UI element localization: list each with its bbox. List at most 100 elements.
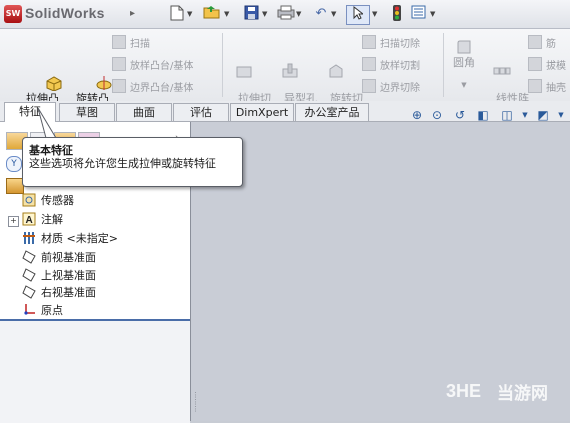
boundary-cut-button[interactable]: 边界切除 (362, 79, 420, 95)
loft-button[interactable]: 放样凸台/基体 (112, 57, 193, 73)
command-manager: 拉伸凸 台/基体 旋转凸 台/基体 扫描 放样凸台/基体 边界凸台/基体 拉伸切… (0, 29, 570, 141)
fillet-label: 圆角 (453, 56, 475, 69)
panel-lower-area (0, 319, 190, 423)
view-orientation-dropdown-icon[interactable]: ▼ (518, 108, 532, 122)
expand-icon[interactable]: + (8, 216, 19, 227)
rib-icon (528, 35, 542, 49)
save-dropdown-icon[interactable]: ▼ (262, 5, 267, 23)
boundary-cut-icon (362, 79, 376, 93)
menu-arrow-icon[interactable]: ▸ (130, 8, 135, 19)
watermark-text: 当游网 (497, 384, 548, 404)
options-icon[interactable] (407, 5, 429, 23)
sweep-icon (112, 35, 126, 49)
print-icon[interactable] (275, 5, 297, 23)
boundary-boss-icon (112, 79, 126, 93)
tree-item-label: 前视基准面 (41, 251, 96, 264)
boundary-cut-label: 边界切除 (380, 83, 420, 94)
solidworks-logo[interactable]: SW SolidWorks ▸ (4, 4, 146, 24)
material-icon (22, 231, 36, 245)
revolve-boss-icon (74, 63, 112, 90)
tree-item-sensors[interactable]: 传感器 (22, 193, 74, 209)
splitter-grip[interactable]: ⋮ ⋮ ⋮ (192, 392, 199, 414)
title-bar: SW SolidWorks ▸ ▼ ▼ ▼ ▼ ↶ ▼ ▼ ▼ (0, 0, 570, 29)
view-orientation-icon[interactable]: ◫ (500, 108, 514, 122)
plane-icon (22, 268, 36, 282)
shell-button[interactable]: 抽壳 (528, 79, 566, 95)
svg-text:A: A (26, 215, 33, 226)
zoom-to-area-icon[interactable]: ⊙ (430, 108, 444, 122)
shell-label: 抽壳 (546, 83, 566, 94)
display-style-dropdown-icon[interactable]: ▼ (554, 108, 568, 122)
draft-icon (528, 57, 542, 71)
extrude-boss-icon (24, 63, 62, 92)
watermark: 3HE 当游网 (446, 378, 566, 404)
tree-item-front-plane[interactable]: 前视基准面 (22, 250, 96, 266)
sweep-label: 扫描 (130, 39, 150, 50)
boundary-boss-label: 边界凸台/基体 (130, 83, 194, 94)
tab-office-products[interactable]: 办公室产品 (295, 103, 369, 121)
options-dropdown-icon[interactable]: ▼ (430, 5, 435, 23)
graphics-area[interactable] (191, 122, 570, 421)
tree-item-annotations[interactable]: A 注解 (22, 212, 63, 228)
tree-item-label: 右视基准面 (41, 286, 96, 299)
tree-item-top-plane[interactable]: 上视基准面 (22, 268, 96, 284)
tooltip-pointer (37, 108, 57, 139)
annotation-icon: A (22, 212, 36, 226)
tree-item-label: 上视基准面 (41, 269, 96, 282)
solidworks-logo-icon: SW (4, 5, 22, 23)
tab-sketch[interactable]: 草图 (59, 103, 115, 121)
new-icon[interactable] (166, 5, 188, 23)
fillet-dropdown-icon[interactable]: ▼ (446, 79, 482, 91)
previous-view-icon[interactable]: ↺ (453, 108, 467, 122)
undo-icon[interactable]: ↶ (310, 5, 332, 23)
rib-label: 筋 (546, 39, 556, 50)
origin-icon (22, 303, 36, 317)
tree-item-origin[interactable]: 原点 (22, 303, 63, 319)
swept-cut-icon (362, 35, 376, 49)
tooltip-body: 这些选项将允许您生成拉伸或旋转特征 (29, 157, 216, 170)
tree-item-right-plane[interactable]: 右视基准面 (22, 285, 96, 301)
plane-icon (22, 285, 36, 299)
lofted-cut-button[interactable]: 放样切割 (362, 57, 420, 73)
zoom-to-fit-icon[interactable]: ⊕ (410, 108, 424, 122)
rib-button[interactable]: 筋 (528, 35, 556, 51)
svg-text:3HE: 3HE (446, 381, 481, 401)
lofted-cut-label: 放样切割 (380, 61, 420, 72)
tree-item-material[interactable]: 材质 <未指定> (22, 231, 118, 247)
draft-button[interactable]: 拔模 (528, 57, 566, 73)
open-icon[interactable] (201, 5, 223, 23)
save-icon[interactable] (240, 5, 262, 23)
select-dropdown-icon[interactable]: ▼ (372, 5, 377, 23)
tooltip: 基本特征 这些选项将允许您生成拉伸或旋转特征 (22, 137, 243, 187)
tree-item-label: 材质 <未指定> (41, 232, 118, 245)
watermark-logo: 3HE (446, 381, 481, 401)
tab-evaluate[interactable]: 评估 (173, 103, 229, 121)
select-icon[interactable] (346, 5, 370, 25)
fillet-icon (455, 39, 473, 55)
filter-icon[interactable]: Y (6, 156, 22, 172)
swept-cut-label: 扫描切除 (380, 39, 420, 50)
draft-label: 拔模 (546, 61, 566, 72)
section-view-icon[interactable]: ◧ (476, 108, 490, 122)
tree-item-label: 注解 (41, 213, 63, 226)
revolve-cut-icon (327, 63, 345, 79)
loft-label: 放样凸台/基体 (130, 61, 194, 72)
lofted-cut-icon (362, 57, 376, 71)
tab-dimxpert[interactable]: DimXpert (230, 103, 294, 121)
sensor-icon (22, 193, 36, 207)
undo-dropdown-icon[interactable]: ▼ (331, 5, 336, 23)
display-style-icon[interactable]: ◩ (536, 108, 550, 122)
rebuild-icon[interactable] (386, 5, 408, 23)
app-name: SolidWorks (25, 5, 105, 21)
sweep-button[interactable]: 扫描 (112, 35, 150, 51)
open-dropdown-icon[interactable]: ▼ (224, 5, 229, 23)
shell-icon (528, 79, 542, 93)
hole-wizard-icon (281, 63, 299, 79)
boundary-boss-button[interactable]: 边界凸台/基体 (112, 79, 193, 95)
plane-icon (22, 250, 36, 264)
tab-surfaces[interactable]: 曲面 (116, 103, 172, 121)
swept-cut-button[interactable]: 扫描切除 (362, 35, 420, 51)
fillet-button[interactable]: 圆角 ▼ (446, 39, 482, 91)
print-dropdown-icon[interactable]: ▼ (296, 5, 301, 23)
new-dropdown-icon[interactable]: ▼ (187, 5, 192, 23)
